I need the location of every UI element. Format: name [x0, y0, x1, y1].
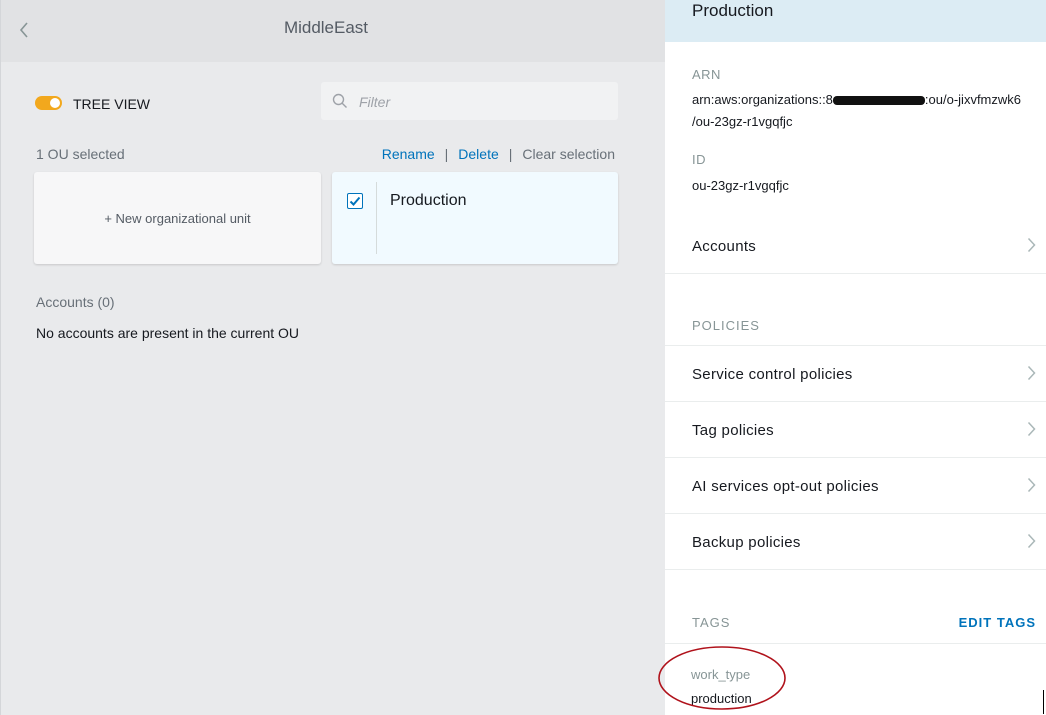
policy-label: Tag policies	[692, 422, 774, 439]
id-label: ID	[692, 152, 706, 167]
chevron-right-icon	[1027, 421, 1036, 437]
redaction-mark	[832, 96, 925, 106]
policy-label: Service control policies	[692, 366, 853, 383]
ou-name: Production	[390, 192, 467, 209]
accounts-link-row[interactable]: Accounts	[665, 218, 1046, 274]
new-ou-label: + New organizational unit	[104, 210, 251, 226]
accounts-empty-message: No accounts are present in the current O…	[36, 325, 300, 341]
policy-row-tag[interactable]: Tag policies	[665, 402, 1046, 458]
chevron-right-icon	[1027, 237, 1036, 253]
clear-selection-link[interactable]: Clear selection	[522, 146, 615, 162]
selection-count: 1 OU selected	[36, 146, 125, 162]
edit-tags-link[interactable]: EDIT TAGS	[959, 615, 1036, 630]
chevron-right-icon	[1027, 365, 1036, 381]
policy-row-backup[interactable]: Backup policies	[665, 514, 1046, 570]
filter-input[interactable]	[357, 82, 611, 122]
new-ou-card[interactable]: + New organizational unit	[34, 172, 321, 264]
tree-view-label: TREE VIEW	[73, 96, 151, 112]
rename-link[interactable]: Rename	[382, 146, 435, 162]
checkmark-icon	[349, 196, 361, 206]
accounts-heading: Accounts (0)	[36, 294, 115, 310]
ou-header: MiddleEast	[1, 0, 666, 62]
id-value: ou-23gz-r1vgqfjc	[692, 178, 789, 193]
ou-browser-panel: MiddleEast TREE VIEW 1 OU selected Renam…	[0, 0, 666, 715]
arn-suffix: :ou/o-jixvfmzwk6	[924, 92, 1021, 107]
text-cursor	[1043, 690, 1044, 714]
annotation-circle	[658, 646, 786, 710]
delete-link[interactable]: Delete	[458, 146, 498, 162]
filter-box	[321, 82, 618, 122]
page-title: MiddleEast	[283, 18, 369, 37]
details-title: Production	[692, 1, 774, 20]
separator: |	[444, 146, 449, 162]
arn-value: arn:aws:organizations::8 :ou/o-jixvfmzwk6…	[692, 89, 1021, 133]
arn-label: ARN	[692, 67, 721, 82]
ou-checkbox[interactable]	[347, 193, 363, 209]
chevron-right-icon	[1027, 533, 1036, 549]
selection-actions: Rename | Delete | Clear selection	[382, 146, 615, 162]
policy-row-ai-opt-out[interactable]: AI services opt-out policies	[665, 458, 1046, 514]
policy-row-service-control[interactable]: Service control policies	[665, 346, 1046, 402]
policy-label: AI services opt-out policies	[692, 478, 879, 495]
ou-card-production[interactable]: Production	[332, 172, 618, 264]
details-header: Production	[665, 0, 1046, 42]
search-icon	[332, 93, 347, 108]
tags-heading: TAGS	[692, 615, 731, 630]
accounts-link-label: Accounts	[692, 238, 757, 255]
chevron-right-icon	[1027, 477, 1036, 493]
arn-prefix: arn:aws:organizations::8	[692, 92, 833, 107]
separator: |	[508, 146, 513, 162]
tree-view-toggle[interactable]	[35, 96, 62, 110]
policies-heading: POLICIES	[692, 318, 760, 333]
toggle-knob	[50, 98, 60, 108]
arn-line2: /ou-23gz-r1vgqfjc	[692, 114, 793, 129]
details-panel: Production ARN arn:aws:organizations::8:…	[658, 0, 1046, 715]
policy-label: Backup policies	[692, 534, 801, 551]
card-divider	[376, 182, 377, 254]
